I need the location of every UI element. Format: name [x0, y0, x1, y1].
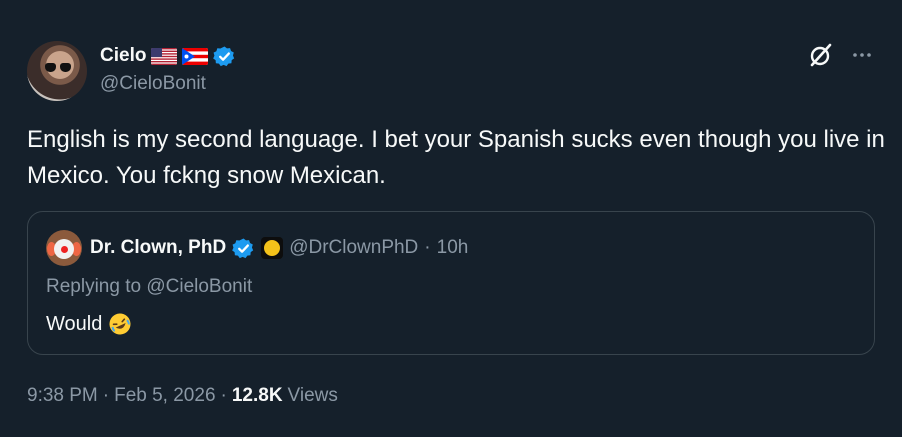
us-flag-icon [151, 47, 178, 65]
puerto-rico-flag-icon [182, 47, 209, 65]
quoted-author-handle: @DrClownPhD [289, 237, 419, 258]
more-dots-icon[interactable] [850, 43, 874, 67]
replying-prefix: Replying to [46, 276, 142, 297]
quoted-tweet-text: Would [46, 312, 103, 335]
quoted-author-row: Dr. Clown, PhD @DrClownPhD · 10h [46, 230, 469, 266]
author-handle[interactable]: @CieloBonit [100, 73, 206, 95]
author-name[interactable]: Cielo [100, 45, 146, 67]
affiliate-badge-icon [261, 237, 284, 259]
tweet-date[interactable]: Feb 5, 2026 [114, 385, 215, 407]
verified-badge-icon[interactable] [213, 45, 236, 68]
separator-dot: · [102, 385, 110, 406]
tweet-card: Cielo @CieloBonit English is my second l… [0, 0, 902, 437]
separator-dot: · [220, 385, 227, 406]
verified-badge-icon [232, 237, 255, 260]
quoted-tweet-text-row: Would [46, 312, 132, 336]
views-label[interactable]: Views [288, 385, 338, 407]
author-avatar[interactable] [27, 41, 87, 101]
quoted-tweet[interactable]: Dr. Clown, PhD @DrClownPhD · 10h Replyin… [27, 211, 875, 355]
replying-to: Replying to @CieloBonit [46, 276, 252, 298]
tweet-text: English is my second language. I bet you… [27, 126, 885, 189]
quoted-tweet-time: 10h [436, 237, 469, 258]
author-name-row: Cielo [100, 43, 236, 69]
views-count[interactable]: 12.8K [232, 385, 283, 407]
separator-dot: · [424, 237, 431, 258]
quoted-author-avatar [46, 230, 82, 266]
quoted-author-name: Dr. Clown, PhD [90, 237, 227, 258]
replying-handle: @CieloBonit [146, 276, 253, 297]
grok-icon[interactable] [808, 42, 834, 68]
tweet-time[interactable]: 9:38 PM [27, 385, 98, 407]
sunglasses [45, 63, 71, 72]
rolling-laughing-emoji-icon [108, 312, 132, 336]
tweet-meta: 9:38 PM · Feb 5, 2026 · 12.8K Views [27, 385, 338, 407]
